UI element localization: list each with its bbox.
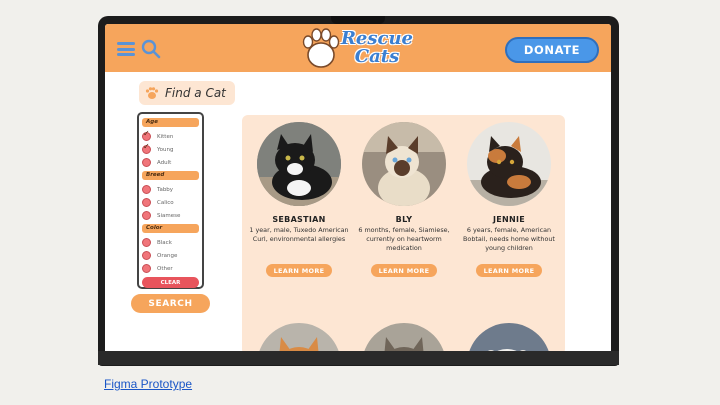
find-a-cat-label: Find a Cat <box>165 86 226 100</box>
rescue-cats-logo[interactable]: Rescue Cats <box>301 26 415 72</box>
learn-more-button[interactable]: LEARN MORE <box>371 264 437 277</box>
cat-photo-sebastian[interactable] <box>257 122 341 206</box>
filter-heading-color: Color <box>142 224 199 233</box>
checkbox[interactable] <box>142 211 151 220</box>
laptop-bezel-bottom <box>98 351 619 365</box>
paw-icon <box>302 28 340 68</box>
checkbox[interactable] <box>142 185 151 194</box>
filter-option-label: Other <box>157 265 173 272</box>
cat-photo-jennie[interactable] <box>467 122 551 206</box>
cat-card <box>454 323 564 351</box>
filter-heading-age: Age <box>142 118 199 127</box>
cat-description: 1 year, male, Tuxedo American Curl, envi… <box>249 226 349 243</box>
cat-image <box>362 323 446 351</box>
cat-card: JENNIE 6 years, female, American Bobtail… <box>454 122 564 277</box>
cat-card: BLY 6 months, female, Siamiese, currentl… <box>349 122 459 277</box>
filter-panel: Age Kitten Young Adult Breed Tabby Calic… <box>137 112 204 289</box>
cat-card <box>349 323 459 351</box>
cat-name: JENNIE <box>492 215 526 224</box>
cat-description: 6 years, female, American Bobtail, needs… <box>463 226 555 252</box>
filter-option-label: Tabby <box>157 186 174 193</box>
cat-photo-bly[interactable] <box>362 122 446 206</box>
checkbox[interactable] <box>142 142 151 154</box>
app-screen: Rescue Cats DONATE Find a Cat Age Kitten… <box>105 24 611 351</box>
filter-option-tabby[interactable]: Tabby <box>142 183 199 196</box>
filter-heading-breed: Breed <box>142 171 199 180</box>
logo-line-2: Cats <box>354 46 400 67</box>
search-button[interactable]: SEARCH <box>131 294 210 313</box>
learn-more-button[interactable]: LEARN MORE <box>266 264 332 277</box>
cat-image <box>467 323 551 351</box>
checkbox[interactable] <box>142 158 151 167</box>
cat-description: 6 months, female, Siamiese, currently on… <box>358 226 450 252</box>
cat-image <box>467 122 551 206</box>
cat-name: BLY <box>395 215 413 224</box>
filter-option-other[interactable]: Other <box>142 262 199 275</box>
checkbox[interactable] <box>142 238 151 247</box>
filter-option-label: Calico <box>157 199 174 206</box>
cat-image <box>362 122 446 206</box>
paw-icon <box>145 87 159 99</box>
cat-grid: SEBASTIAN 1 year, male, Tuxedo American … <box>242 115 565 351</box>
figma-prototype-link[interactable]: Figma Prototype <box>104 377 192 391</box>
filter-option-label: Kitten <box>157 133 174 140</box>
cat-name: SEBASTIAN <box>272 215 326 224</box>
filter-option-label: Black <box>157 239 172 246</box>
filter-option-adult[interactable]: Adult <box>142 156 199 169</box>
cat-image <box>257 323 341 351</box>
filter-option-label: Orange <box>157 252 178 259</box>
filter-option-calico[interactable]: Calico <box>142 196 199 209</box>
checkbox[interactable] <box>142 251 151 260</box>
filter-option-young[interactable]: Young <box>142 142 199 156</box>
filter-option-label: Young <box>157 146 174 153</box>
top-header: Rescue Cats DONATE <box>105 24 611 72</box>
cat-card <box>244 323 354 351</box>
learn-more-button[interactable]: LEARN MORE <box>476 264 542 277</box>
checkbox[interactable] <box>142 129 151 141</box>
logo-text: Rescue Cats <box>337 30 417 66</box>
cat-photo-tabby[interactable] <box>362 323 446 351</box>
checkbox[interactable] <box>142 264 151 273</box>
cat-photo-white[interactable] <box>467 323 551 351</box>
filter-option-siamese[interactable]: Siamese <box>142 209 199 222</box>
search-icon[interactable] <box>141 39 161 59</box>
clear-button[interactable]: CLEAR <box>142 277 199 288</box>
camera-notch <box>331 16 385 24</box>
filter-option-kitten[interactable]: Kitten <box>142 129 199 143</box>
checkbox[interactable] <box>142 198 151 207</box>
donate-button[interactable]: DONATE <box>505 37 599 63</box>
filter-option-orange[interactable]: Orange <box>142 249 199 262</box>
find-a-cat-heading: Find a Cat <box>139 81 235 105</box>
filter-option-label: Siamese <box>157 212 181 219</box>
cat-card: SEBASTIAN 1 year, male, Tuxedo American … <box>244 122 354 277</box>
cat-photo-orange-white[interactable] <box>257 323 341 351</box>
filter-option-black[interactable]: Black <box>142 236 199 249</box>
cat-image <box>257 122 341 206</box>
filter-option-label: Adult <box>157 159 172 166</box>
hamburger-menu-icon[interactable] <box>117 42 135 56</box>
